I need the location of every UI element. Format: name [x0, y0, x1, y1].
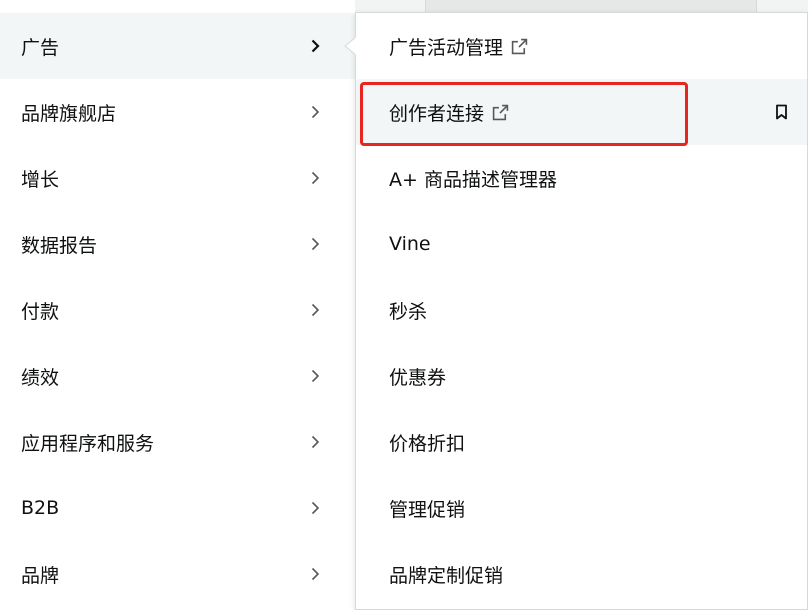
submenu-pointer-caret	[344, 37, 357, 55]
submenu-item-brand-tailored-promotions[interactable]: 品牌定制促销	[356, 541, 807, 607]
nav-item-label: 付款	[21, 300, 60, 323]
nav-item-label: 广告	[21, 36, 60, 59]
chevron-right-icon	[311, 303, 320, 317]
submenu-item-manage-promotions[interactable]: 管理促销	[356, 475, 807, 541]
nav-item-b2b[interactable]: B2B	[0, 475, 355, 541]
chevron-right-icon	[311, 501, 320, 515]
submenu-item-coupons[interactable]: 优惠券	[356, 343, 807, 409]
submenu-item-a-plus-content[interactable]: A+ 商品描述管理器	[356, 145, 807, 211]
chevron-right-icon	[311, 39, 320, 53]
submenu-item-lightning-deals[interactable]: 秒杀	[356, 277, 807, 343]
nav-item-performance[interactable]: 绩效	[0, 343, 355, 409]
submenu-item-label: 管理促销	[389, 498, 466, 521]
nav-item-label: 应用程序和服务	[21, 432, 155, 455]
nav-item-label: 数据报告	[21, 234, 98, 257]
submenu-item-creator-connections[interactable]: 创作者连接	[356, 79, 807, 145]
external-link-icon	[511, 38, 528, 54]
nav-item-label: 绩效	[21, 366, 60, 389]
submenu-item-label: 价格折扣	[389, 432, 466, 455]
submenu-item-campaign-manager[interactable]: 广告活动管理	[356, 13, 807, 79]
submenu-item-label: A+ 商品描述管理器	[389, 168, 557, 191]
nav-item-brand-store[interactable]: 品牌旗舰店	[0, 79, 355, 145]
submenu-item-label: 秒杀	[389, 300, 428, 323]
nav-item-payments[interactable]: 付款	[0, 277, 355, 343]
nav-item-growth[interactable]: 增长	[0, 145, 355, 211]
chevron-right-icon	[311, 237, 320, 251]
chevron-right-icon	[311, 567, 320, 581]
submenu-item-label: Vine	[389, 233, 431, 255]
submenu-item-label: 优惠券	[389, 366, 447, 389]
background-field	[425, 0, 757, 12]
submenu-item-label: 创作者连接	[389, 102, 485, 125]
nav-item-advertising[interactable]: 广告	[0, 13, 355, 79]
nav-item-brand[interactable]: 品牌	[0, 541, 355, 607]
external-link-icon	[492, 104, 509, 120]
bookmark-icon[interactable]	[775, 104, 788, 120]
chevron-right-icon	[311, 369, 320, 383]
left-nav-menu: 广告 品牌旗舰店 增长 数据报告 付款 绩效 应用程序和服务 B2B 品牌	[0, 0, 355, 609]
chevron-right-icon	[311, 435, 320, 449]
submenu-item-vine[interactable]: Vine	[356, 211, 807, 277]
submenu-item-label: 品牌定制促销	[389, 564, 504, 587]
nav-item-label: 品牌	[21, 564, 60, 587]
nav-item-apps-services[interactable]: 应用程序和服务	[0, 409, 355, 475]
nav-item-label: 增长	[21, 168, 60, 191]
submenu-item-label: 广告活动管理	[389, 36, 504, 59]
nav-item-label: B2B	[21, 497, 60, 519]
advertising-submenu: 广告活动管理 创作者连接 A+ 商品描述管理器 Vine 秒杀 优惠券 价格折扣…	[355, 12, 808, 610]
nav-item-label: 品牌旗舰店	[21, 102, 117, 125]
nav-item-reports[interactable]: 数据报告	[0, 211, 355, 277]
submenu-item-price-discounts[interactable]: 价格折扣	[356, 409, 807, 475]
chevron-right-icon	[311, 105, 320, 119]
chevron-right-icon	[311, 171, 320, 185]
